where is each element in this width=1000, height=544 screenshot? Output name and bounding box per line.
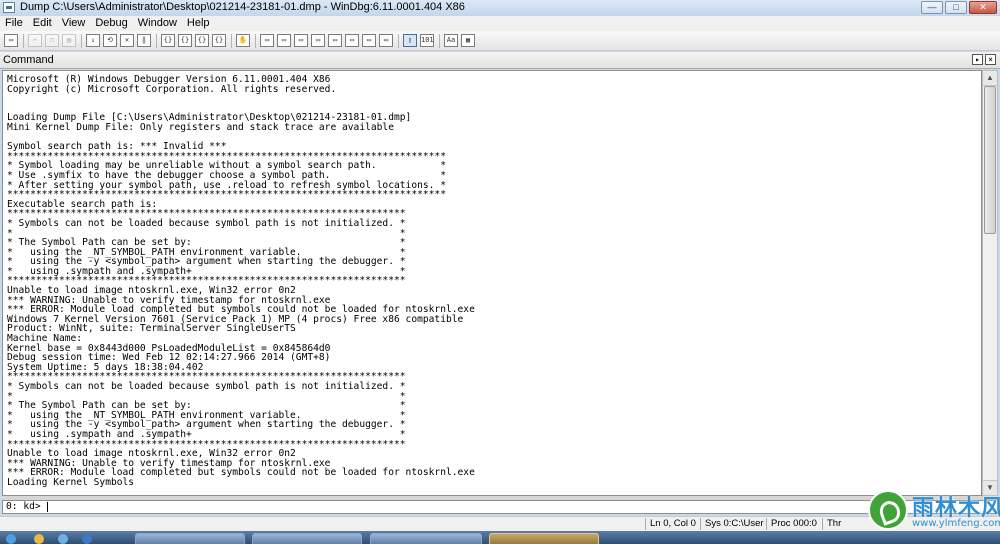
scroll-up-arrow-icon[interactable]: ▲ (983, 71, 997, 86)
menu-bar: File Edit View Debug Window Help (0, 16, 1000, 31)
step-out-icon[interactable]: {} (195, 34, 209, 47)
windbg-app-icon[interactable] (3, 2, 15, 13)
cut-icon[interactable]: ✂ (28, 34, 42, 47)
source-mode-icon[interactable]: ▯ (403, 34, 417, 47)
minimize-button[interactable]: — (921, 1, 943, 14)
status-bar: Ln 0, Col 0 Sys 0:C:\User Proc 000:0 Thr (0, 516, 1000, 532)
maximize-button[interactable]: □ (945, 1, 967, 14)
command-output: Microsoft (R) Windows Debugger Version 6… (2, 70, 982, 496)
options-icon[interactable]: ▦ (461, 34, 475, 47)
step-into-icon[interactable]: {} (161, 34, 175, 47)
taskbar-button-windbg[interactable] (370, 533, 482, 544)
toolbar-separator (81, 33, 82, 48)
taskbar-button-browser[interactable] (252, 533, 362, 544)
media-icon[interactable] (82, 534, 92, 544)
open-icon[interactable]: ▭ (4, 34, 18, 47)
kd-prompt: 0: kd> (6, 501, 41, 512)
call-stack-window-icon[interactable]: ▭ (345, 34, 359, 47)
status-sys: Sys 0:C:\User (700, 518, 764, 530)
run-to-cursor-icon[interactable]: {} (212, 34, 226, 47)
menu-help[interactable]: Help (182, 16, 215, 31)
command-pane-title: Command (3, 54, 54, 66)
explorer-icon[interactable] (34, 534, 44, 544)
watermark-url: www.ylmfeng.com (912, 518, 1000, 529)
locals-window-icon[interactable]: ▭ (294, 34, 308, 47)
toolbar-separator (23, 33, 24, 48)
command-input[interactable] (49, 501, 979, 513)
hex-mode-icon[interactable]: 101 (420, 34, 434, 47)
paste-icon[interactable]: ▤ (62, 34, 76, 47)
toolbar-separator (398, 33, 399, 48)
command-pane-header: Command ▸ × (0, 52, 1000, 69)
start-orb-icon[interactable] (6, 534, 16, 544)
menu-edit[interactable]: Edit (28, 16, 57, 31)
pane-close-icon[interactable]: × (985, 54, 996, 65)
breakpoint-hand-icon[interactable]: ✋ (236, 34, 250, 47)
watermark-logo-icon (868, 490, 908, 530)
status-proc: Proc 000:0 (766, 518, 817, 530)
title-bar: Dump C:\Users\Administrator\Desktop\0212… (0, 0, 1000, 17)
pane-menu-icon[interactable]: ▸ (972, 54, 983, 65)
scratch-pad-icon[interactable]: ▭ (379, 34, 393, 47)
text-caret (47, 502, 48, 512)
toolbar: ▭ ✂ ❐ ▤ ↓ ⟲ ✕ ‖{}{}{}{} ✋ ▭ ▭ ▭ ▭ ▭ ▭ ▭ ▭ ▯ 101 Aa ▦ (0, 31, 1000, 51)
watermark: 雨林木风 www.ylmfeng.com (868, 486, 1000, 544)
vertical-scrollbar[interactable]: ▲ ▼ (982, 70, 998, 496)
window-title: Dump C:\Users\Administrator\Desktop\0212… (20, 1, 465, 13)
ie-icon[interactable] (58, 534, 68, 544)
menu-debug[interactable]: Debug (90, 16, 132, 31)
command-line: 0: kd> (2, 500, 998, 514)
command-window-icon[interactable]: ▭ (260, 34, 274, 47)
scroll-thumb[interactable] (984, 86, 996, 234)
watch-window-icon[interactable]: ▭ (277, 34, 291, 47)
font-icon[interactable]: Aa (444, 34, 458, 47)
memory-window-icon[interactable]: ▭ (328, 34, 342, 47)
step-over-icon[interactable]: {} (178, 34, 192, 47)
taskbar-button-cmd[interactable] (135, 533, 245, 544)
status-thrd: Thr (822, 518, 841, 530)
restart-icon[interactable]: ⟲ (103, 34, 117, 47)
toolbar-separator (156, 33, 157, 48)
status-position: Ln 0, Col 0 (645, 518, 696, 530)
toolbar-separator (255, 33, 256, 48)
stop-debugging-icon[interactable]: ✕ (120, 34, 134, 47)
menu-view[interactable]: View (57, 16, 91, 31)
menu-window[interactable]: Window (133, 16, 182, 31)
toolbar-separator (439, 33, 440, 48)
copy-icon[interactable]: ❐ (45, 34, 59, 47)
toolbar-separator (231, 33, 232, 48)
command-output-text: Microsoft (R) Windows Debugger Version 6… (7, 74, 475, 488)
go-icon[interactable]: ↓ (86, 34, 100, 47)
menu-file[interactable]: File (0, 16, 28, 31)
taskbar-button-active[interactable] (489, 533, 599, 544)
window-controls: — □ ✕ (921, 1, 997, 14)
registers-window-icon[interactable]: ▭ (311, 34, 325, 47)
disassembly-window-icon[interactable]: ▭ (362, 34, 376, 47)
break-icon[interactable]: ‖ (137, 34, 151, 47)
windows-taskbar (0, 531, 1000, 544)
close-button[interactable]: ✕ (969, 1, 997, 14)
